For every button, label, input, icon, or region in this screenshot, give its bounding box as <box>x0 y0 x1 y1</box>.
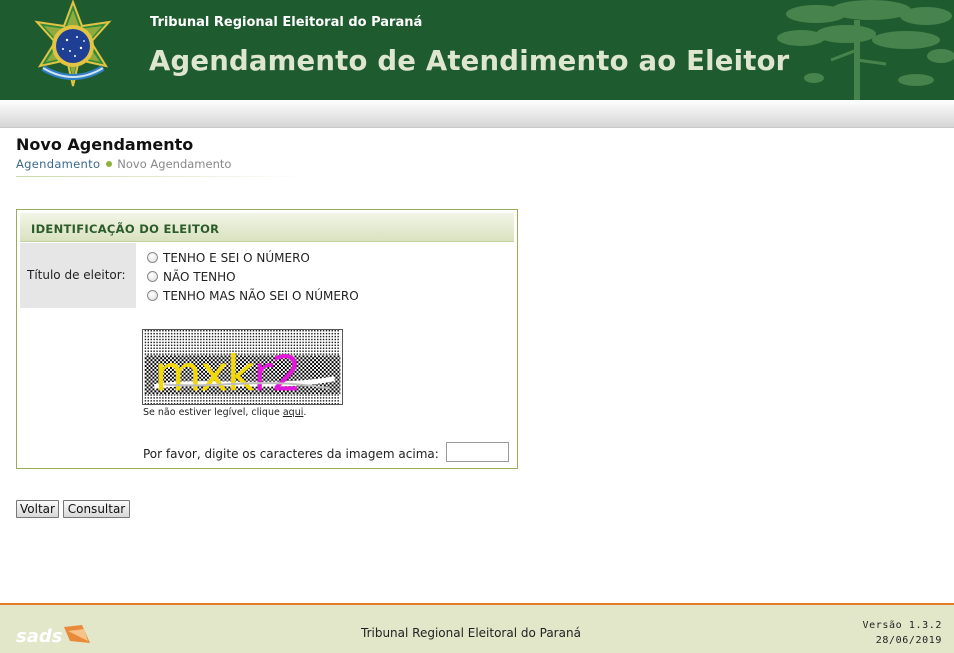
captcha-input[interactable] <box>446 442 509 462</box>
radio-option-nao-sei-numero[interactable]: TENHO MAS NÃO SEI O NÚMERO <box>147 288 359 304</box>
captcha-refresh-hint: Se não estiver legível, clique aqui. <box>143 407 306 418</box>
page-title: Novo Agendamento <box>16 135 194 154</box>
voter-identification-form: IDENTIFICAÇÃO DO ELEITOR Título de eleit… <box>16 209 518 469</box>
radio-option-sei-numero[interactable]: TENHO E SEI O NÚMERO <box>147 250 310 266</box>
version-number: Versão 1.3.2 <box>862 620 942 631</box>
sads-brand-text: sads <box>16 626 63 647</box>
radio-button[interactable] <box>147 251 158 263</box>
field-label-cell: Título de eleitor: <box>20 243 136 308</box>
radio-option-nao-tenho[interactable]: NÃO TENHO <box>147 269 236 285</box>
breadcrumb: Agendamento Novo Agendamento <box>16 157 231 171</box>
section-title: IDENTIFICAÇÃO DO ELEITOR <box>31 222 220 236</box>
radio-label: TENHO MAS NÃO SEI O NÚMERO <box>163 289 359 303</box>
app-footer: sads Tribunal Regional Eleitoral do Para… <box>0 605 954 653</box>
titulo-eleitor-label: Título de eleitor: <box>27 268 126 282</box>
captcha-glyphs: mxkr2 <box>154 346 300 402</box>
sads-logo: sads <box>16 625 90 647</box>
captcha-hint-end: . <box>303 407 307 418</box>
title-divider <box>16 176 306 177</box>
version-date: 28/06/2019 <box>875 635 942 646</box>
app-header: Tribunal Regional Eleitoral do Paraná Ag… <box>0 0 954 100</box>
brazil-coat-of-arms-icon <box>34 0 112 87</box>
app-title: Agendamento de Atendimento ao Eleitor <box>149 45 790 77</box>
breadcrumb-separator-icon <box>106 161 113 167</box>
radio-button[interactable] <box>147 270 158 282</box>
header-org-name: Tribunal Regional Eleitoral do Paraná <box>150 15 423 30</box>
version-info: Versão 1.3.2 28/06/2019 <box>863 618 942 648</box>
consult-button[interactable]: Consultar <box>63 500 130 518</box>
radio-button[interactable] <box>147 289 158 301</box>
back-button[interactable]: Voltar <box>16 500 59 518</box>
araucaria-tree-icon <box>777 0 954 100</box>
captcha-hint-text: Se não estiver legível, clique <box>143 407 283 418</box>
captcha-prompt: Por favor, digite os caracteres da image… <box>143 447 439 461</box>
breadcrumb-link-agendamento[interactable]: Agendamento <box>16 157 100 171</box>
captcha-refresh-link[interactable]: aqui <box>283 407 304 418</box>
breadcrumb-current: Novo Agendamento <box>117 157 232 171</box>
section-header: IDENTIFICAÇÃO DO ELEITOR <box>20 213 514 242</box>
radio-label: NÃO TENHO <box>163 270 236 284</box>
header-subbar <box>0 100 954 128</box>
captcha-image: mxkr2 <box>142 329 343 405</box>
radio-label: TENHO E SEI O NÚMERO <box>163 251 310 265</box>
footer-org-name: Tribunal Regional Eleitoral do Paraná <box>361 626 581 640</box>
